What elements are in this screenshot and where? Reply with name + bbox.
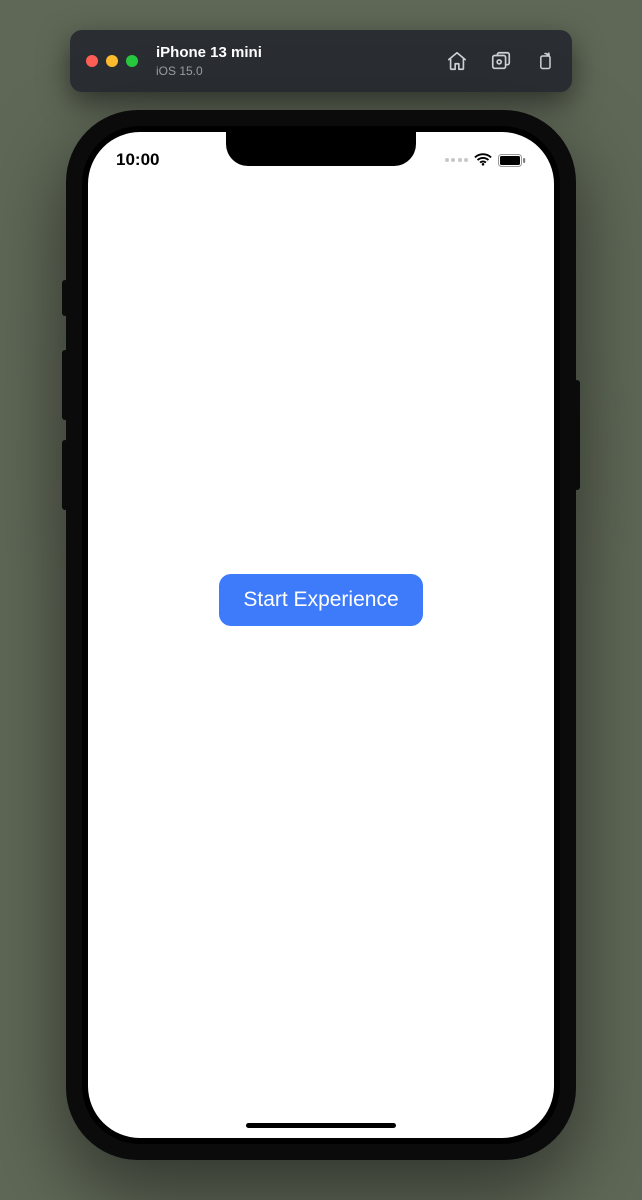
cellular-signal-icon	[445, 158, 469, 162]
simulator-os-version: iOS 15.0	[156, 64, 262, 78]
volume-down-button[interactable]	[62, 440, 68, 510]
simulator-device-meta: iPhone 13 mini iOS 15.0	[156, 44, 262, 78]
window-traffic-lights	[86, 55, 138, 67]
simulator-toolbar: iPhone 13 mini iOS 15.0	[70, 30, 572, 92]
phone-screen: 10:00	[88, 132, 554, 1138]
screenshot-icon[interactable]	[490, 50, 512, 72]
app-content: Start Experience	[88, 132, 554, 1138]
home-indicator[interactable]	[246, 1123, 396, 1128]
window-minimize-button[interactable]	[106, 55, 118, 67]
window-close-button[interactable]	[86, 55, 98, 67]
phone-notch	[226, 132, 416, 166]
simulator-device-name: iPhone 13 mini	[156, 44, 262, 62]
start-experience-button[interactable]: Start Experience	[219, 574, 422, 626]
volume-up-button[interactable]	[62, 350, 68, 420]
battery-icon	[498, 154, 526, 167]
status-time: 10:00	[116, 150, 196, 170]
simulator-toolbar-actions	[446, 50, 556, 72]
window-zoom-button[interactable]	[126, 55, 138, 67]
power-button[interactable]	[574, 380, 580, 490]
silence-switch[interactable]	[62, 280, 68, 316]
wifi-icon	[474, 153, 492, 167]
phone-frame: 10:00	[66, 110, 576, 1160]
home-icon[interactable]	[446, 50, 468, 72]
phone-device: 10:00	[66, 110, 576, 1160]
rotate-icon[interactable]	[534, 50, 556, 72]
phone-bezel: 10:00	[82, 126, 560, 1144]
status-right-cluster	[445, 153, 527, 167]
